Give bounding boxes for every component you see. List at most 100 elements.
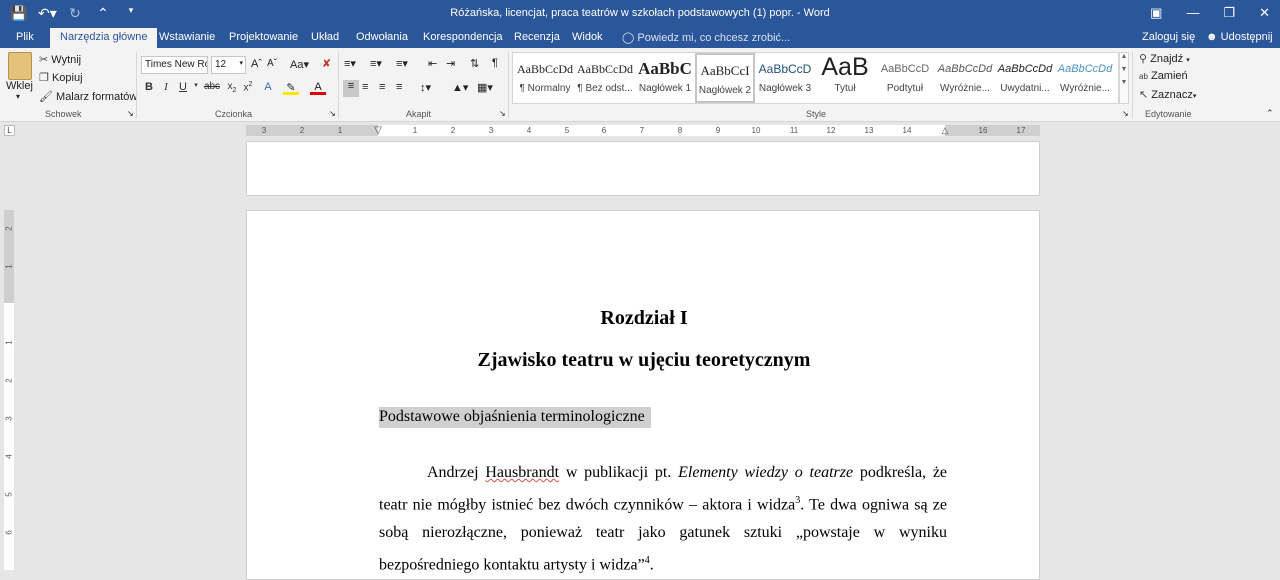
collapse-ribbon-icon[interactable]: ⌃ — [1266, 108, 1274, 119]
decrease-indent-icon[interactable]: ⇤ — [428, 57, 437, 70]
clear-formatting-icon[interactable]: ✘ — [322, 57, 331, 70]
restore-icon[interactable]: ❐ — [1223, 5, 1235, 21]
styles-scroll[interactable]: ▲ ▼ ▼ — [1119, 52, 1129, 104]
show-formatting-icon[interactable]: ¶ — [492, 57, 498, 69]
sort-icon[interactable]: ⇅ — [470, 57, 479, 70]
style-normal[interactable]: AaBbCcDd ¶ Normalny — [515, 53, 575, 103]
style-title[interactable]: AaB Tytuł — [815, 53, 875, 103]
replace-button[interactable]: ab Zamień — [1139, 70, 1188, 82]
style-name: ¶ Normalny — [519, 83, 571, 94]
paste-dropdown-icon[interactable]: ▾ — [16, 92, 20, 101]
font-launcher-icon[interactable]: ↘ — [329, 109, 336, 118]
style-heading-3[interactable]: AaBbCcD Nagłówek 3 — [755, 53, 815, 103]
vertical-ruler[interactable]: 2 1 1 2 3 4 5 6 — [4, 210, 14, 570]
separator — [1132, 52, 1133, 118]
tab-mailings[interactable]: Korespondencja — [423, 31, 503, 43]
font-size-box[interactable]: 12 ▾ — [211, 56, 246, 74]
style-subtle-emphasis[interactable]: AaBbCcDd Wyróżnie... — [935, 53, 995, 103]
tab-file[interactable]: Plik — [16, 31, 34, 43]
highlight-color-icon[interactable]: ✎ — [283, 81, 299, 95]
align-right-icon[interactable]: ≡ — [379, 81, 385, 93]
style-heading-2[interactable]: AaBbCcI Nagłówek 2 — [695, 53, 755, 103]
first-line-indent-marker[interactable]: ▽ — [373, 125, 383, 136]
font-color-icon[interactable]: A — [310, 81, 326, 95]
chevron-down-icon: ▾ — [1192, 93, 1197, 100]
align-center-icon[interactable]: ≡ — [362, 81, 368, 93]
borders-icon[interactable]: ▦▾ — [477, 81, 493, 94]
style-preview: AaBbCcDd — [937, 63, 993, 75]
minimize-icon[interactable]: — — [1186, 5, 1199, 21]
cursor-icon: ↖ — [1139, 89, 1149, 101]
increase-indent-icon[interactable]: ⇥ — [446, 57, 455, 70]
more-styles-icon[interactable]: ▼ — [1120, 79, 1128, 86]
chevron-up-icon[interactable]: ▲ — [1120, 53, 1128, 60]
cut-button[interactable]: ✂ Wytnij — [39, 53, 81, 66]
chapter-heading[interactable]: Rozdział I — [247, 307, 1041, 330]
body-paragraph[interactable]: Andrzej Hausbrandt w publikacji pt. Elem… — [379, 459, 947, 580]
style-preview: AaBbCcD — [880, 63, 930, 75]
subscript-icon[interactable]: x2 — [224, 81, 240, 94]
align-left-icon[interactable]: ≡ — [343, 80, 359, 97]
group-label-styles: Style — [806, 109, 827, 119]
tab-home[interactable]: Narzędzia główne — [50, 28, 158, 48]
tab-layout[interactable]: Układ — [311, 31, 339, 43]
replace-label: Zamień — [1150, 70, 1188, 82]
close-icon[interactable]: ✕ — [1259, 5, 1270, 21]
paste-icon[interactable] — [8, 52, 32, 80]
tell-me-box[interactable]: ◯ Powiedz mi, co chcesz zrobić... — [622, 31, 790, 44]
tab-selector[interactable]: L — [4, 125, 15, 136]
format-painter-button[interactable]: 🖌 Malarz formatów — [39, 90, 137, 103]
text-effects-icon[interactable]: A — [260, 81, 276, 93]
horizontal-ruler[interactable]: 3 2 1 ▽ 1 2 3 4 5 6 7 8 9 10 11 12 13 14… — [246, 125, 1040, 136]
style-subtitle[interactable]: AaBbCcD Podtytuł — [875, 53, 935, 103]
font-name-box[interactable]: Times New Ro — [141, 56, 208, 74]
numbering-icon[interactable]: ≡▾ — [370, 57, 382, 70]
grow-font-icon[interactable]: Aˆ — [251, 58, 262, 70]
document-page[interactable]: Rozdział I Zjawisko teatru w ujęciu teor… — [246, 210, 1040, 580]
strikethrough-icon[interactable]: abc — [202, 81, 222, 92]
styles-launcher-icon[interactable]: ↘ — [1122, 109, 1129, 118]
style-no-spacing[interactable]: AaBbCcDd ¶ Bez odst... — [575, 53, 635, 103]
bold-icon[interactable]: B — [141, 81, 157, 93]
ruler-tick: 3 — [4, 416, 14, 421]
find-button[interactable]: ⚲ Znajdź ▾ — [1139, 52, 1190, 65]
tab-references[interactable]: Odwołania — [356, 31, 408, 43]
share-button[interactable]: ☻ Udostępnij — [1200, 29, 1279, 47]
ribbon-display-options-icon[interactable]: ▣ — [1150, 5, 1162, 21]
previous-page-bottom[interactable] — [246, 141, 1040, 196]
sign-in-link[interactable]: Zaloguj się — [1142, 31, 1195, 43]
section-heading[interactable]: Podstawowe objaśnienia terminologiczne — [379, 407, 651, 428]
select-button[interactable]: ↖ Zaznacz▾ — [1139, 88, 1196, 101]
ruler-tick: 1 — [412, 126, 418, 135]
style-emphasis[interactable]: AaBbCcDd Uwydatni... — [995, 53, 1055, 103]
tab-design[interactable]: Projektowanie — [229, 31, 298, 43]
search-icon: ⚲ — [1139, 53, 1148, 65]
ribbon: Wklej ▾ ✂ Wytnij ❐ Kopiuj 🖌 Malarz forma… — [0, 48, 1280, 122]
chevron-down-icon[interactable]: ▼ — [1120, 66, 1128, 73]
multilevel-list-icon[interactable]: ≡▾ — [396, 57, 408, 70]
style-name: ¶ Bez odst... — [577, 83, 633, 94]
copy-button[interactable]: ❐ Kopiuj — [39, 71, 83, 84]
change-case-icon[interactable]: Aa▾ — [290, 58, 309, 71]
line-spacing-icon[interactable]: ↕▾ — [420, 81, 431, 94]
tab-review[interactable]: Recenzja — [514, 31, 560, 43]
italic-icon[interactable]: I — [158, 81, 174, 93]
bullets-icon[interactable]: ≡▾ — [344, 57, 356, 70]
style-name: Nagłówek 2 — [698, 85, 752, 96]
justify-icon[interactable]: ≡ — [396, 81, 402, 93]
paragraph-launcher-icon[interactable]: ↘ — [499, 109, 506, 118]
style-intense-emphasis[interactable]: AaBbCcDd Wyróżnie... — [1055, 53, 1115, 103]
right-indent-marker[interactable]: △ — [940, 125, 950, 136]
ruler-tick: 4 — [526, 126, 532, 135]
shading-icon[interactable]: ▲▾ — [452, 81, 468, 94]
tab-view[interactable]: Widok — [572, 31, 603, 43]
style-heading-1[interactable]: AaBbC Nagłówek 1 — [635, 53, 695, 103]
ruler-tick: 3 — [488, 126, 494, 135]
misspelled-word[interactable]: Hausbrandt — [485, 464, 559, 481]
chapter-title[interactable]: Zjawisko teatru w ujęciu teoretycznym — [247, 349, 1041, 372]
clipboard-launcher-icon[interactable]: ↘ — [127, 109, 134, 118]
paste-button[interactable]: Wklej — [6, 80, 33, 92]
superscript-icon[interactable]: x2 — [240, 81, 256, 93]
shrink-font-icon[interactable]: Aˇ — [267, 58, 277, 69]
tab-insert[interactable]: Wstawianie — [159, 31, 215, 43]
